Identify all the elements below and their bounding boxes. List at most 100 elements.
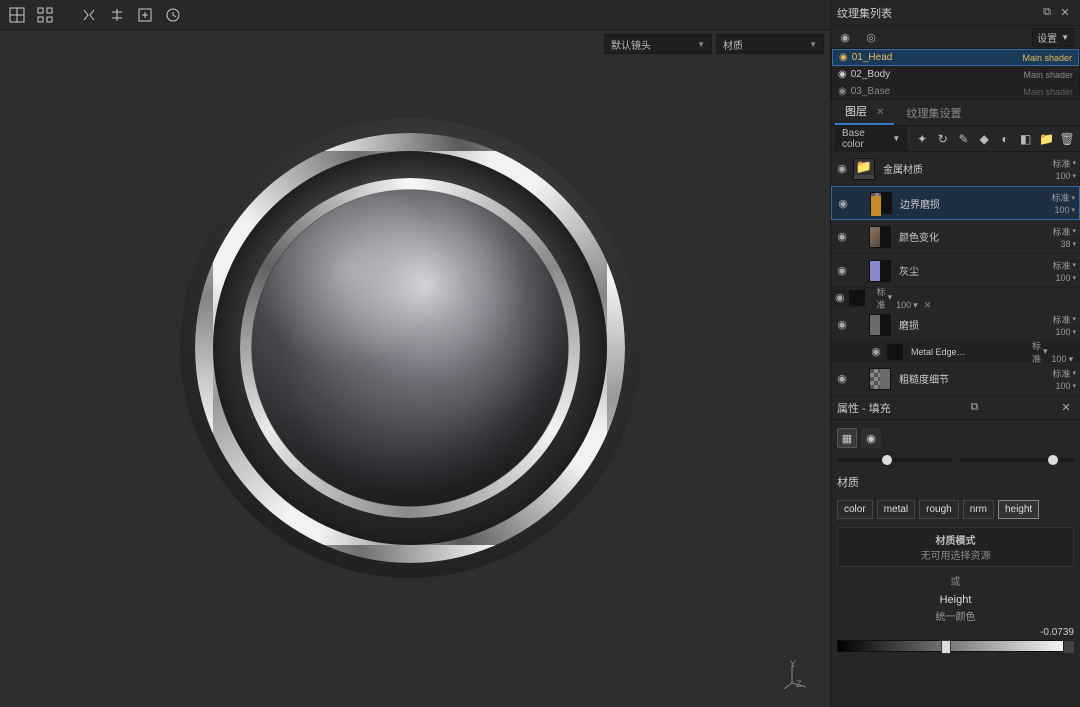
fill-mode-uv-icon[interactable]: ◉ bbox=[861, 428, 881, 448]
chip-height[interactable]: height bbox=[998, 500, 1039, 519]
textureset-row[interactable]: ◉ 02_Body Main shader bbox=[832, 66, 1079, 83]
layer-opacity[interactable]: 38 ▾ bbox=[1060, 239, 1076, 249]
viewport-area: 默认镜头 ▼ 材质 ▼ Y Z bbox=[0, 30, 830, 707]
layer-channel-dropdown[interactable]: Base color ▼ bbox=[835, 125, 907, 153]
adjust-icon[interactable]: ◐ bbox=[996, 130, 1014, 148]
chevron-down-icon: ▼ bbox=[809, 40, 817, 49]
tool-align-icon[interactable] bbox=[104, 2, 130, 28]
bucket-icon[interactable]: ◆ bbox=[975, 130, 993, 148]
textureset-name: 02_Body bbox=[851, 69, 890, 80]
layer-effect[interactable]: ◉ Metal Edge… 标准▾ 100▾ ✕ bbox=[831, 342, 1080, 362]
eye-solo-icon[interactable]: ◎ bbox=[863, 31, 879, 44]
effect-name: Dirt bbox=[869, 293, 873, 303]
layer-fill[interactable]: ◉ 颜色变化 标准 ▾ 38 ▾ bbox=[831, 220, 1080, 254]
layer-channel-label: Base color bbox=[842, 128, 888, 150]
textureset-shader: Main shader bbox=[1023, 70, 1073, 80]
layer-opacity[interactable]: 100 ▾ bbox=[1055, 171, 1076, 181]
textureset-row[interactable]: ◉ 03_Base Main shader bbox=[832, 83, 1079, 100]
tab-textureset-settings[interactable]: 纹理集设置 bbox=[896, 101, 971, 125]
chip-rough[interactable]: rough bbox=[919, 500, 959, 519]
layer-blend[interactable]: 标准 ▾ bbox=[1052, 367, 1076, 380]
textureset-shader: Main shader bbox=[1023, 87, 1073, 97]
eye-icon[interactable]: ◉ bbox=[835, 230, 849, 243]
mask-icon[interactable]: ◧ bbox=[1017, 130, 1035, 148]
eye-icon[interactable]: ◉ bbox=[835, 372, 849, 385]
textureset-row[interactable]: ◉ 01_Head Main shader bbox=[832, 49, 1079, 66]
tab-layers[interactable]: 图层 ✕ bbox=[835, 99, 894, 125]
camera-dropdown[interactable]: 默认镜头 ▼ bbox=[604, 34, 712, 54]
height-gradient-slider[interactable] bbox=[837, 640, 1074, 652]
wand-icon[interactable]: ✦ bbox=[913, 130, 931, 148]
eye-icon[interactable]: ◉ bbox=[838, 69, 847, 80]
chip-color[interactable]: color bbox=[837, 500, 873, 519]
tool-uv-icon[interactable] bbox=[4, 2, 30, 28]
eye-icon[interactable]: ◉ bbox=[838, 86, 847, 97]
settings-dropdown[interactable]: 设置 ▼ bbox=[1032, 28, 1074, 47]
tool-symmetry-icon[interactable] bbox=[76, 2, 102, 28]
chip-nrm[interactable]: nrm bbox=[963, 500, 994, 519]
eye-all-icon[interactable]: ◉ bbox=[837, 31, 853, 44]
eye-icon[interactable]: ◉ bbox=[835, 264, 849, 277]
layer-opacity[interactable]: 100 ▾ bbox=[1055, 273, 1076, 283]
right-panel: 纹理集列表 ⧉ ✕ ◉ ◎ 设置 ▼ ◉ 01_Head Main shader… bbox=[830, 0, 1080, 707]
rendered-model bbox=[170, 108, 650, 588]
layer-fill[interactable]: ◉ 磨损 标准 ▾ 100 ▾ bbox=[831, 308, 1080, 342]
layer-fill[interactable]: ◉ 灰尘 标准 ▾ 100 ▾ bbox=[831, 254, 1080, 288]
viewport-3d[interactable]: Y Z bbox=[0, 58, 830, 707]
layer-folder[interactable]: ◉ 📁 金属材质 标准 ▾ 100 ▾ bbox=[831, 152, 1080, 186]
layer-opacity[interactable]: 100 ▾ bbox=[1055, 327, 1076, 337]
close-icon[interactable]: ✕ bbox=[922, 300, 932, 311]
eye-icon[interactable]: ◉ bbox=[836, 197, 850, 210]
layer-blend[interactable]: 标准 ▾ bbox=[1051, 191, 1075, 204]
textureset-controls: ◉ ◎ 设置 ▼ bbox=[831, 26, 1080, 48]
tool-add-icon[interactable] bbox=[132, 2, 158, 28]
properties-body: ▦ ◉ 材质 color metal rough nrm height 材质模式… bbox=[831, 420, 1080, 707]
refresh-icon[interactable]: ↻ bbox=[934, 130, 952, 148]
layer-thumb bbox=[870, 192, 892, 214]
layer-name: 粗糙度细节 bbox=[895, 371, 1028, 386]
axis-gizmo[interactable]: Y Z bbox=[782, 659, 812, 689]
tool-grid-icon[interactable] bbox=[32, 2, 58, 28]
eye-icon[interactable]: ◉ bbox=[839, 52, 848, 63]
folder-icon[interactable]: 📁 bbox=[1038, 130, 1056, 148]
layer-blend[interactable]: 标准 ▾ bbox=[1052, 225, 1076, 238]
close-icon[interactable]: ✕ bbox=[876, 107, 884, 118]
effect-blend[interactable]: 标准▾ bbox=[1032, 339, 1048, 365]
trash-icon[interactable]: 🗑 bbox=[1058, 130, 1076, 148]
slider-end-icon[interactable] bbox=[1063, 640, 1075, 654]
effect-opacity[interactable]: 100▾ bbox=[896, 300, 918, 311]
layer-blend[interactable]: 标准 ▾ bbox=[1052, 313, 1076, 326]
brush-icon[interactable]: ✎ bbox=[955, 130, 973, 148]
eye-icon[interactable]: ◉ bbox=[869, 345, 883, 358]
layer-thumb bbox=[869, 260, 891, 282]
eye-icon[interactable]: ◉ bbox=[835, 318, 849, 331]
fill-mode-projection-icon[interactable]: ▦ bbox=[837, 428, 857, 448]
undock-icon[interactable]: ⧉ bbox=[1038, 6, 1056, 19]
tab-tsset-label: 纹理集设置 bbox=[906, 108, 961, 120]
layer-blend[interactable]: 标准 ▾ bbox=[1052, 259, 1076, 272]
effect-opacity[interactable]: 100▾ bbox=[1052, 354, 1074, 365]
close-icon[interactable]: ✕ bbox=[1058, 401, 1074, 414]
effect-blend[interactable]: 标准▾ bbox=[877, 285, 893, 311]
eye-icon[interactable]: ◉ bbox=[835, 291, 845, 304]
layer-fill[interactable]: ◉ 边界磨损 标准 ▾ 100 ▾ bbox=[831, 186, 1080, 220]
material-mode-label: 材质模式 bbox=[842, 532, 1069, 547]
channel-dropdown[interactable]: 材质 ▼ bbox=[716, 34, 824, 54]
layer-opacity[interactable]: 100 ▾ bbox=[1054, 205, 1075, 215]
layer-blend[interactable]: 标准 ▾ bbox=[1052, 157, 1076, 170]
channel-chip-row: color metal rough nrm height bbox=[837, 496, 1074, 523]
layer-fill[interactable]: ◉ 粗糙度细节 标准 ▾ 100 ▾ bbox=[831, 362, 1080, 396]
or-label: 或 bbox=[837, 571, 1074, 590]
layers-list: ◉ 📁 金属材质 标准 ▾ 100 ▾ ◉ 边界磨损 标准 ▾ 100 ▾ ◉ bbox=[831, 152, 1080, 396]
slider-1[interactable] bbox=[837, 458, 952, 462]
effect-thumb bbox=[849, 290, 865, 306]
tool-history-icon[interactable] bbox=[160, 2, 186, 28]
close-icon[interactable]: ✕ bbox=[1056, 6, 1074, 19]
material-mode-box[interactable]: 材质模式 无可用选择资源 bbox=[837, 527, 1074, 567]
undock-icon[interactable]: ⧉ bbox=[966, 401, 982, 414]
layer-thumb bbox=[869, 226, 891, 248]
eye-icon[interactable]: ◉ bbox=[835, 162, 849, 175]
layer-opacity[interactable]: 100 ▾ bbox=[1055, 381, 1076, 391]
slider-2[interactable] bbox=[960, 458, 1075, 462]
chip-metal[interactable]: metal bbox=[877, 500, 915, 519]
